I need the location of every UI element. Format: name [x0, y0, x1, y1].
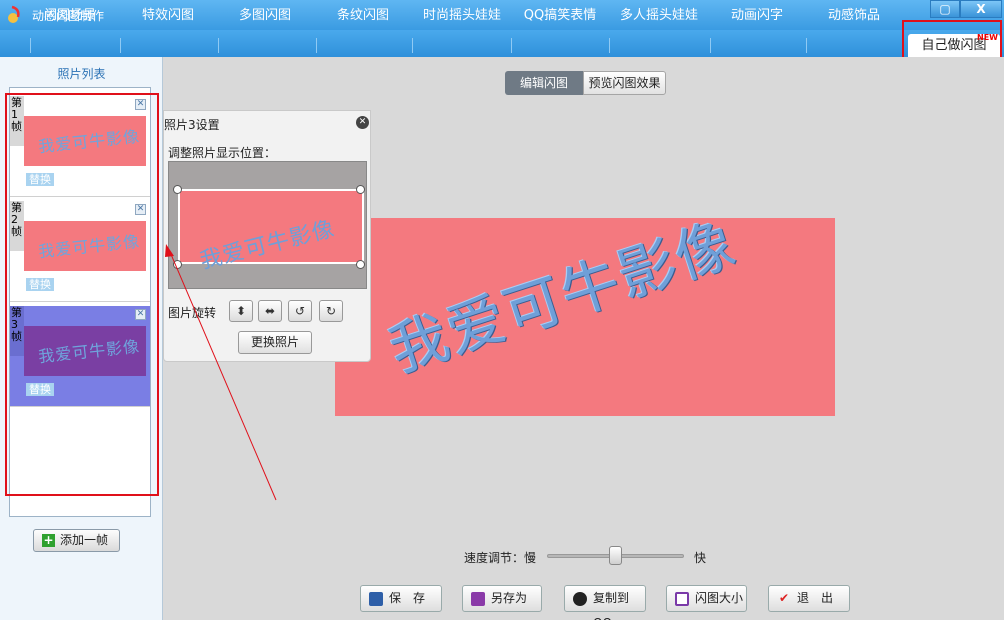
tab-scene[interactable]: 闪图场景 [28, 4, 112, 27]
rotate-right-icon: ↻ [325, 304, 337, 318]
tab-qq-emoji[interactable]: QQ搞笑表情 [512, 4, 608, 27]
tab-multi-image[interactable]: 多图闪图 [222, 4, 308, 27]
rotate-left-icon: ↺ [294, 304, 306, 318]
resize-handle[interactable] [356, 260, 365, 269]
speed-slider-thumb[interactable] [609, 546, 622, 565]
app-logo-icon [8, 5, 20, 23]
resize-icon [675, 592, 689, 606]
speed-fast-label: 快 [694, 551, 707, 565]
popup-close-icon[interactable]: ✕ [356, 116, 369, 129]
close-icon: X [976, 2, 986, 16]
maximize-button[interactable]: ▢ [930, 0, 960, 18]
rotate-left-button[interactable]: ↺ [288, 300, 312, 322]
speed-label: 速度调节：慢 [464, 551, 537, 565]
rotate-right-button[interactable]: ↻ [319, 300, 343, 322]
resize-handle[interactable] [173, 185, 182, 194]
save-button[interactable]: 保 存 [360, 585, 442, 612]
annotation-arrow [165, 244, 277, 501]
position-label: 调整照片显示位置： [168, 146, 277, 160]
save-as-button[interactable]: 另存为 [462, 585, 542, 612]
exit-icon: ✔ [779, 591, 790, 605]
canvas-text: 我爱可牛影像 [381, 218, 745, 386]
photo-list-panel: 照片列表 第1帧 ✕ 我爱可牛影像 替换 第2帧 ✕ 我爱可牛影像 替换 第3帧… [0, 57, 163, 620]
tab-bar [0, 30, 1004, 57]
maximize-icon: ▢ [939, 2, 951, 16]
exit-button[interactable]: ✔ 退 出 [768, 585, 850, 612]
photo-list-title: 照片列表 [57, 67, 106, 81]
tab-stripe[interactable]: 条纹闪图 [320, 4, 406, 27]
tab-bobblehead[interactable]: 时尚摇头娃娃 [414, 4, 510, 27]
qq-icon [573, 592, 587, 606]
edit-mode-button[interactable]: 编辑闪图 [505, 71, 583, 95]
tab-multi-bobblehead[interactable]: 多人摇头娃娃 [610, 4, 708, 27]
tab-animated-text[interactable]: 动画闪字 [712, 4, 802, 27]
resize-handle[interactable] [356, 185, 365, 194]
save-as-icon [471, 592, 485, 606]
save-icon [369, 592, 383, 606]
copy-to-qq-button[interactable]: 复制到QQ [564, 585, 646, 620]
tab-accessories[interactable]: 动感饰品 [808, 4, 900, 27]
gif-size-button[interactable]: 闪图大小 [666, 585, 747, 612]
plus-icon: + [42, 533, 55, 547]
popup-title: 照片3设置 [164, 118, 220, 132]
close-button[interactable]: X [960, 0, 1002, 18]
preview-mode-button[interactable]: 预览闪图效果 [583, 71, 666, 95]
highlight-box-list [5, 93, 159, 496]
preview-canvas: 我爱可牛影像 [335, 218, 835, 416]
tab-effect[interactable]: 特效闪图 [125, 4, 211, 27]
add-frame-button[interactable]: + 添加一帧 [33, 529, 120, 552]
